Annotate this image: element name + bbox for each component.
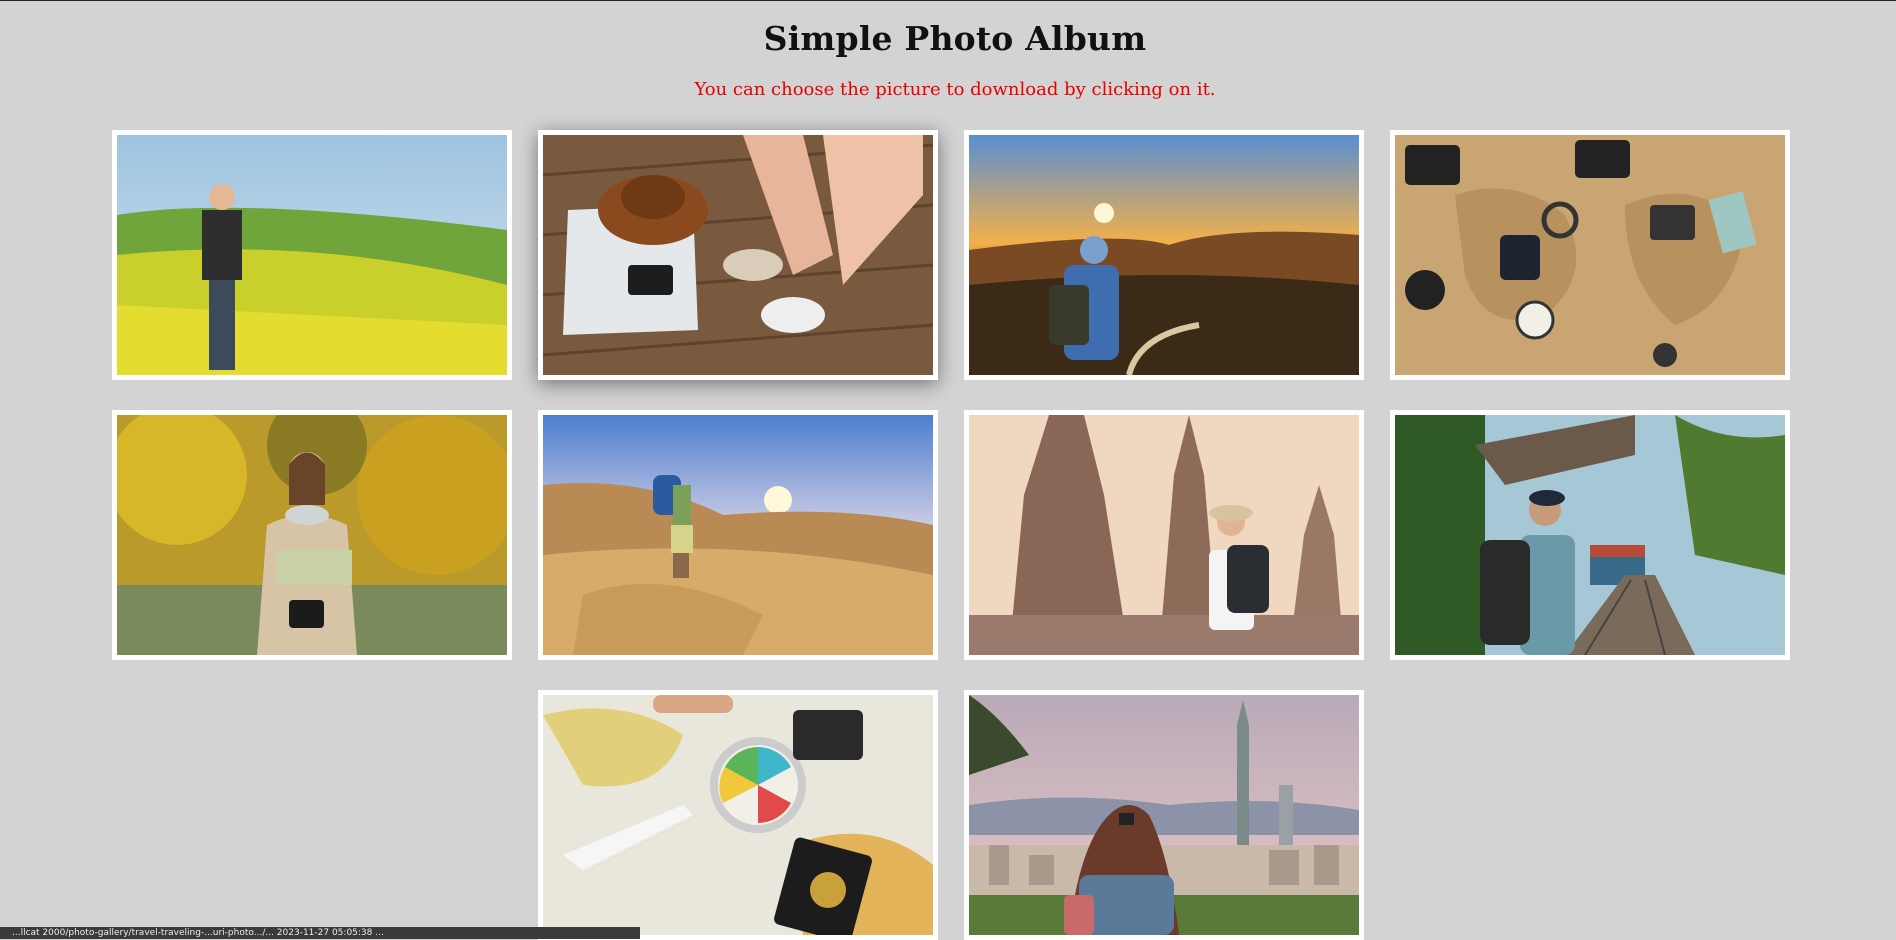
photo-hiker-at-sunset[interactable] xyxy=(969,135,1359,375)
photo-tile-temple-photographer[interactable] xyxy=(964,410,1364,660)
page-title: Simple Photo Album xyxy=(763,19,1147,58)
photo-woman-with-map-autumn[interactable] xyxy=(117,415,507,655)
photo-compass-passport-map[interactable] xyxy=(543,695,933,935)
photo-tile-compass-passport[interactable] xyxy=(538,690,938,940)
photo-man-in-rapeseed-field[interactable] xyxy=(117,135,507,375)
photo-tile-sunset-hiker[interactable] xyxy=(964,130,1364,380)
photo-tile-map-gear[interactable] xyxy=(1390,130,1790,380)
photo-tile-backpacker-canyon[interactable] xyxy=(538,410,938,660)
photo-temple-ruins[interactable] xyxy=(969,415,1359,655)
photo-travel-gear-on-map[interactable] xyxy=(1395,135,1785,375)
browser-status-bar: ...llcat 2000/photo-gallery/travel-trave… xyxy=(0,927,640,939)
photo-backpacker-on-rocks[interactable] xyxy=(543,415,933,655)
photo-tile-city-skyline[interactable] xyxy=(964,690,1364,940)
photo-traveler-at-train[interactable] xyxy=(1395,415,1785,655)
photo-tile-hat-and-camera[interactable] xyxy=(538,130,938,380)
photo-tile-train-station[interactable] xyxy=(1390,410,1790,660)
photo-tile-woman-with-map[interactable] xyxy=(112,410,512,660)
photo-tile-man-in-field[interactable] xyxy=(112,130,512,380)
page-subtitle: You can choose the picture to download b… xyxy=(694,79,1216,100)
photo-hat-camera-on-wood[interactable] xyxy=(543,135,933,375)
photo-woman-city-skyline[interactable] xyxy=(969,695,1359,935)
